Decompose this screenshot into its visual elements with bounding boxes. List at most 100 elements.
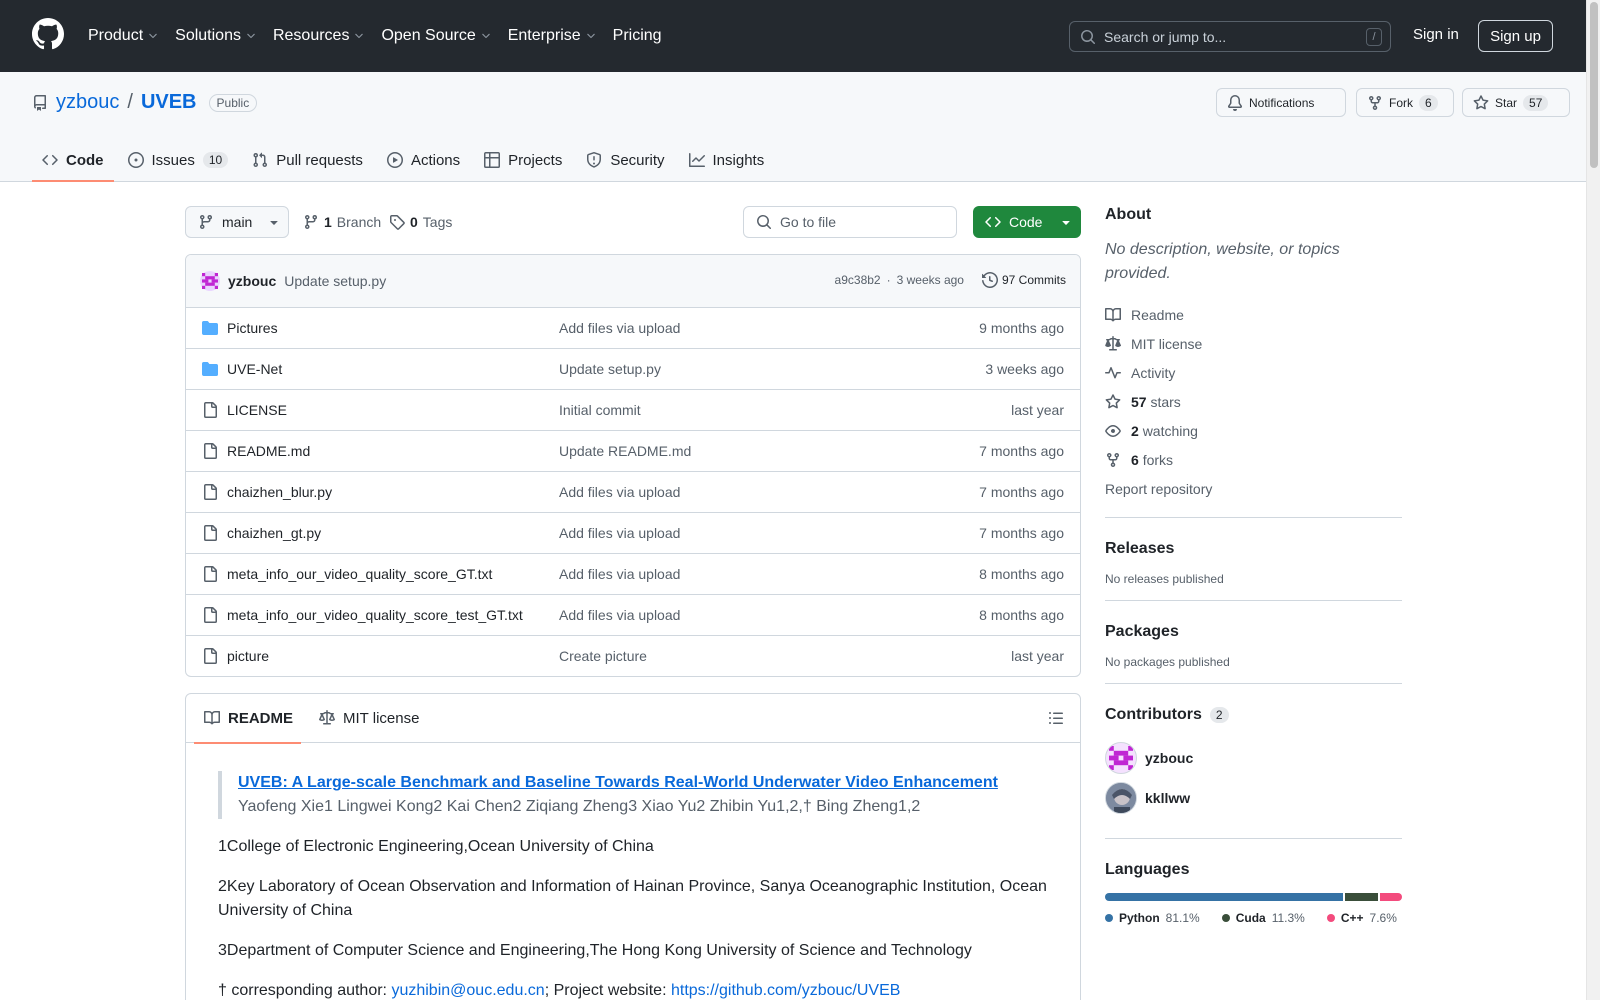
tags-link[interactable]: 0 Tags bbox=[389, 214, 452, 230]
file-commit-message-link[interactable]: Add files via upload bbox=[559, 607, 680, 623]
tab-issues[interactable]: Issues 10 bbox=[118, 138, 239, 182]
about-heading: About bbox=[1105, 206, 1152, 223]
file-row[interactable]: Pictures Add files via upload 9 months ago bbox=[186, 308, 1080, 349]
scrollbar-thumb[interactable] bbox=[1590, 2, 1598, 168]
branch-selector[interactable]: main bbox=[185, 206, 289, 238]
project-website-link[interactable]: https://github.com/yzbouc/UVEB bbox=[671, 982, 900, 999]
file-row[interactable]: chaizhen_blur.py Add files via upload 7 mo… bbox=[186, 472, 1080, 513]
file-commit-message-link[interactable]: Add files via upload bbox=[559, 525, 680, 541]
file-commit-message-link[interactable]: Add files via upload bbox=[559, 320, 680, 336]
file-row[interactable]: README.md Update README.md 7 months ago bbox=[186, 431, 1080, 472]
license-link[interactable]: MIT license bbox=[1105, 329, 1402, 358]
contributor-kkllww[interactable]: kkllww bbox=[1105, 778, 1402, 818]
file-name-link[interactable]: meta_info_our_video_quality_score_test_G… bbox=[227, 607, 523, 623]
table-icon bbox=[484, 152, 501, 168]
stars-link[interactable]: 57 stars bbox=[1105, 387, 1402, 416]
github-logo-icon[interactable] bbox=[32, 18, 64, 50]
report-repository-link[interactable]: Report repository bbox=[1105, 474, 1402, 503]
language-item[interactable]: C++ 7.6% bbox=[1326, 911, 1397, 925]
file-row[interactable]: picture Create picture last year bbox=[186, 636, 1080, 676]
triangle-down-icon bbox=[1062, 221, 1071, 225]
commits-history-link[interactable]: 97 Commits bbox=[981, 272, 1066, 288]
commit-message-link[interactable]: Update setup.py bbox=[284, 273, 386, 289]
tab-actions[interactable]: Actions bbox=[377, 138, 470, 182]
language-percent: 7.6% bbox=[1369, 911, 1397, 925]
packages-heading[interactable]: Packages bbox=[1105, 623, 1402, 641]
releases-heading[interactable]: Releases bbox=[1105, 540, 1402, 558]
file-name-link[interactable]: meta_info_our_video_quality_score_GT.txt bbox=[227, 566, 492, 582]
nav-product[interactable]: Product bbox=[88, 27, 159, 45]
nav-resources[interactable]: Resources bbox=[273, 27, 365, 45]
file-name-link[interactable]: LICENSE bbox=[227, 402, 287, 418]
activity-link[interactable]: Activity bbox=[1105, 358, 1402, 387]
fork-button[interactable]: Fork 6 bbox=[1356, 88, 1454, 117]
nav-enterprise[interactable]: Enterprise bbox=[508, 27, 597, 45]
nav-pricing[interactable]: Pricing bbox=[613, 27, 662, 45]
file-commit-message-link[interactable]: Create picture bbox=[559, 648, 647, 664]
paper-title-link[interactable]: UVEB: A Large-scale Benchmark and Baseli… bbox=[238, 774, 998, 791]
file-name-link[interactable]: UVE-Net bbox=[227, 361, 282, 377]
global-search-input[interactable]: Search or jump to... / bbox=[1069, 21, 1391, 52]
file-commit-message-link[interactable]: Add files via upload bbox=[559, 484, 680, 500]
tab-projects[interactable]: Projects bbox=[474, 138, 572, 182]
list-unordered-icon[interactable] bbox=[1048, 710, 1064, 726]
star-button[interactable]: Star 57 bbox=[1462, 88, 1570, 117]
branches-link[interactable]: 1 Branch bbox=[303, 214, 381, 230]
repo-owner-link[interactable]: yzbouc bbox=[56, 91, 119, 114]
go-to-file-input[interactable]: Go to file bbox=[743, 206, 957, 238]
watchers-link[interactable]: 2 watching bbox=[1105, 416, 1402, 445]
page-scrollbar[interactable] bbox=[1586, 0, 1600, 1000]
law-icon bbox=[1105, 335, 1121, 350]
tab-license[interactable]: MIT license bbox=[317, 694, 427, 743]
file-row[interactable]: LICENSE Initial commit last year bbox=[186, 390, 1080, 431]
tab-code[interactable]: Code bbox=[32, 138, 114, 182]
contributor-yzbouc[interactable]: yzbouc bbox=[1105, 738, 1402, 778]
forks-link[interactable]: 6 forks bbox=[1105, 445, 1402, 474]
file-commit-message-link[interactable]: Initial commit bbox=[559, 402, 641, 418]
file-commit-age: 9 months ago bbox=[979, 320, 1064, 336]
file-name-link[interactable]: chaizhen_blur.py bbox=[227, 484, 332, 500]
avatar[interactable] bbox=[200, 271, 220, 291]
file-type-icon bbox=[202, 484, 218, 500]
file-row[interactable]: meta_info_our_video_quality_score_GT.txt… bbox=[186, 554, 1080, 595]
file-row[interactable]: chaizhen_gt.py Add files via upload 7 mont… bbox=[186, 513, 1080, 554]
nav-solutions[interactable]: Solutions bbox=[175, 27, 257, 45]
language-color-dot bbox=[1326, 914, 1335, 922]
readme-link[interactable]: Readme bbox=[1105, 300, 1402, 329]
file-row[interactable]: UVE-Net Update setup.py 3 weeks ago bbox=[186, 349, 1080, 390]
contributors-heading[interactable]: Contributors 2 bbox=[1105, 706, 1402, 724]
file-name-link[interactable]: picture bbox=[227, 648, 269, 664]
sign-in-link[interactable]: Sign in bbox=[1413, 26, 1459, 43]
nav-open-source[interactable]: Open Source bbox=[381, 27, 491, 45]
nav-label: Enterprise bbox=[507, 27, 581, 44]
star-label: Star bbox=[1495, 95, 1518, 110]
fork-label: Fork bbox=[1389, 95, 1413, 110]
tab-insights[interactable]: Insights bbox=[679, 138, 775, 182]
tab-security[interactable]: Security bbox=[576, 138, 674, 182]
code-button-label: Code bbox=[1009, 214, 1043, 230]
file-name-link[interactable]: chaizhen_gt.py bbox=[227, 525, 321, 541]
file-commit-message-link[interactable]: Update setup.py bbox=[559, 361, 661, 377]
about-description: No description, website, or topics provi… bbox=[1105, 241, 1340, 282]
file-name-link[interactable]: Pictures bbox=[227, 320, 278, 336]
tab-readme[interactable]: README bbox=[193, 694, 302, 744]
play-icon bbox=[386, 152, 403, 168]
language-item[interactable]: Cuda 11.3% bbox=[1221, 911, 1305, 925]
email-link[interactable]: yuzhibin@ouc.edu.cn bbox=[391, 982, 544, 999]
commit-hash-link[interactable]: a9c38b2 bbox=[835, 273, 881, 287]
file-commit-message-link[interactable]: Update README.md bbox=[559, 443, 691, 459]
file-name-link[interactable]: README.md bbox=[227, 443, 310, 459]
repo-name-link[interactable]: UVEB bbox=[141, 91, 197, 114]
tab-label: Projects bbox=[508, 151, 563, 169]
file-commit-age: 3 weeks ago bbox=[985, 361, 1064, 377]
language-item[interactable]: Python 81.1% bbox=[1105, 911, 1200, 925]
repo-icon bbox=[34, 94, 46, 111]
file-row[interactable]: meta_info_our_video_quality_score_test_G… bbox=[186, 595, 1080, 636]
sign-up-button[interactable]: Sign up bbox=[1478, 20, 1553, 52]
code-download-button[interactable]: Code bbox=[973, 206, 1081, 238]
tab-pull-requests[interactable]: Pull requests bbox=[242, 138, 373, 182]
commit-author-link[interactable]: yzbouc bbox=[228, 273, 276, 289]
eye-icon bbox=[1105, 424, 1121, 437]
notifications-button[interactable]: Notifications bbox=[1216, 88, 1346, 117]
file-commit-message-link[interactable]: Add files via upload bbox=[559, 566, 680, 582]
